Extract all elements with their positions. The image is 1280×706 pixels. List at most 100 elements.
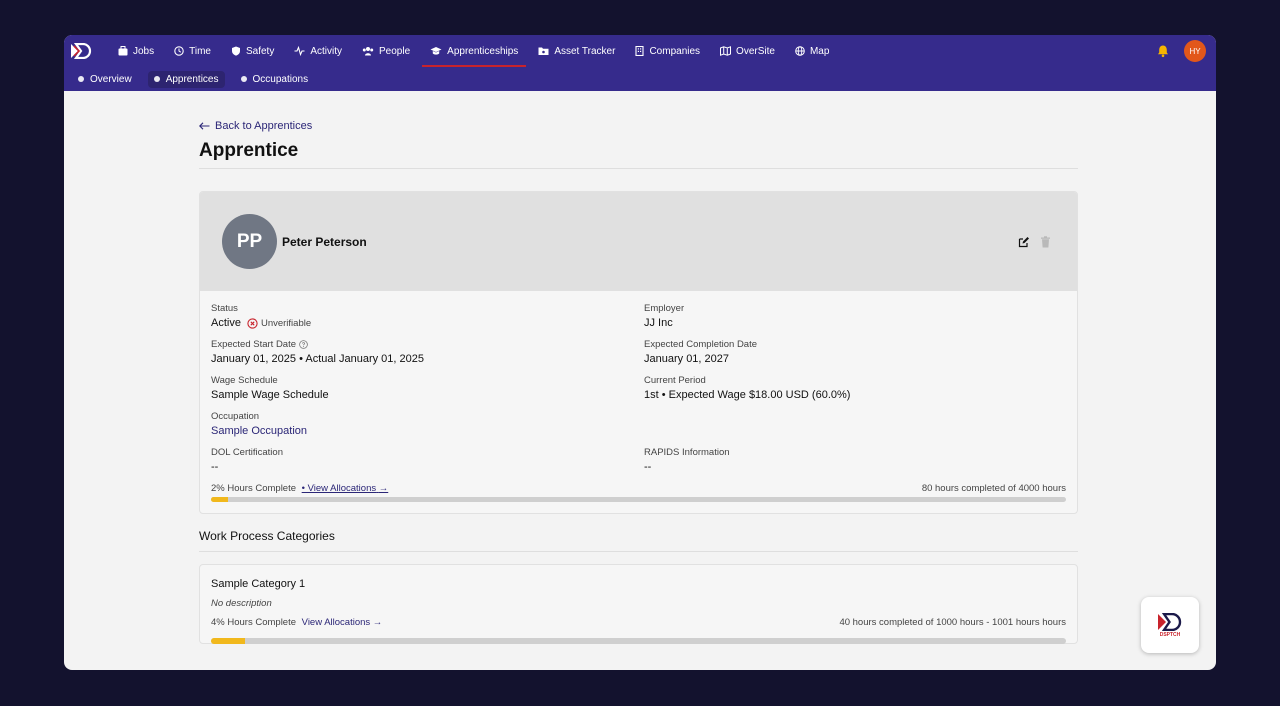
progress-fill [211,638,246,644]
view-allocations-link[interactable]: • View Allocations → [302,483,389,494]
app-logo[interactable] [70,41,94,61]
help-widget[interactable]: DSPTCH [1141,597,1199,653]
start-date-field: Expected Start Date January 01, 2025 • A… [211,339,644,365]
field-value: Sample Wage Schedule [211,389,329,401]
wage-schedule-field: Wage Schedule Sample Wage Schedule [211,375,644,401]
dol-field: DOL Certification -- [211,447,644,473]
nav-apprenticeships[interactable]: Apprenticeships [422,35,527,67]
occupation-link[interactable]: Sample Occupation [211,425,644,437]
current-period-field: Current Period 1st • Expected Wage $18.0… [644,375,1066,401]
apprentice-fields: Status Active Unverifiable Employer JJ I… [200,291,1077,473]
apprentice-header: PP Peter Peterson [200,192,1077,291]
nav-activity[interactable]: Activity [294,35,342,67]
nav-time[interactable]: Time [174,35,211,67]
nav-safety[interactable]: Safety [231,35,274,67]
main-content: Back to Apprentices Apprentice PP Peter … [199,120,1078,644]
field-label: Expected Start Date [211,339,297,350]
trash-icon[interactable] [1040,235,1051,253]
field-value: January 01, 2027 [644,353,730,365]
folder-icon [538,47,549,55]
field-label: Current Period [644,375,706,386]
category-progress-bar [211,638,1066,644]
arrow-right-icon: → [372,617,383,628]
shield-icon [231,46,240,56]
empty-cell [644,411,1066,437]
hours-progress-row: 2% Hours Complete • View Allocations → 8… [200,473,1077,494]
subnav-overview[interactable]: Overview [72,71,138,88]
apprentice-card: PP Peter Peterson Status Active Unverifi… [199,191,1078,514]
page-title: Apprentice [199,140,1078,169]
nav-label: Map [809,45,830,57]
app-window: Jobs Time Safety Activity People Apprent… [64,35,1216,670]
help-icon[interactable] [299,340,308,349]
nav-label: Jobs [133,45,155,57]
dsptch-logo-icon [1158,612,1182,631]
nav-oversite[interactable]: OverSite [720,35,775,67]
nav-label: People [379,45,411,57]
field-value: January 01, 2025 • Actual January 01, 20… [211,353,425,365]
arrow-right-icon: → [378,483,389,494]
briefcase-icon [118,46,128,56]
progress-fill [211,497,229,502]
bell-icon[interactable] [1156,44,1170,58]
category-description: No description [211,598,272,609]
activity-icon [294,46,305,56]
edit-icon[interactable] [1018,235,1030,253]
link-label: • View Allocations [301,483,377,494]
nav-map[interactable]: Map [795,35,829,67]
progress-text: 2% Hours Complete [211,483,297,494]
user-avatar[interactable]: HY [1184,40,1206,62]
main-nav: Jobs Time Safety Activity People Apprent… [64,35,1216,67]
employer-field: Employer JJ Inc [644,303,1066,329]
occupation-field: Occupation Sample Occupation [211,411,644,437]
field-label: Employer [644,303,685,314]
sub-nav: Overview Apprentices Occupations [64,67,1216,91]
subnav-label: Occupations [252,73,309,85]
x-circle-icon [247,317,258,329]
field-value: Active Unverifiable [211,317,644,329]
dot-icon [153,76,160,82]
field-value: -- [211,461,219,473]
field-label: Wage Schedule [211,375,278,386]
subnav-apprentices[interactable]: Apprentices [147,70,225,88]
category-summary: 40 hours completed of 1000 hours - 1001 … [839,617,1066,628]
field-label: RAPIDS Information [644,447,730,458]
field-value: JJ Inc [644,317,673,329]
nav-label: Activity [310,45,343,57]
rapids-field: RAPIDS Information -- [644,447,1066,473]
nav-companies[interactable]: Companies [635,35,700,67]
dot-icon [78,76,84,82]
progress-left: 2% Hours Complete • View Allocations → [211,483,388,494]
nav-label: Apprenticeships [447,45,519,57]
completion-date-field: Expected Completion Date January 01, 202… [644,339,1066,365]
status-badge-label: Unverifiable [260,317,312,329]
nav-label: Companies [649,45,701,57]
map-icon [720,46,732,56]
category-card: Sample Category 1 No description 4% Hour… [199,564,1078,644]
apprentice-name: Peter Peterson [282,234,367,249]
back-label: Back to Apprentices [215,120,313,132]
top-bar: Jobs Time Safety Activity People Apprent… [64,35,1216,91]
nav-jobs[interactable]: Jobs [118,35,154,67]
subnav-occupations[interactable]: Occupations [235,71,315,88]
nav-label: Safety [245,45,275,57]
graduation-cap-icon [430,47,442,55]
nav-people[interactable]: People [362,35,410,67]
nav-asset-tracker[interactable]: Asset Tracker [538,35,615,67]
back-link[interactable]: Back to Apprentices [199,120,1078,132]
clock-icon [174,46,184,56]
nav-label: Time [189,45,211,57]
link-label: View Allocations [301,617,371,628]
subnav-label: Apprentices [165,73,219,85]
subnav-label: Overview [90,73,132,85]
category-progress-row: 4% Hours Complete View Allocations → 40 … [211,617,1066,628]
progress-summary: 80 hours completed of 4000 hours [921,483,1066,494]
widget-label: DSPTCH [1159,631,1181,638]
arrow-left-icon [199,122,210,130]
category-view-allocations-link[interactable]: View Allocations → [302,617,383,628]
field-label: Expected Completion Date [644,339,758,350]
globe-icon [795,46,805,56]
status-badge: Unverifiable [247,318,311,329]
section-title: Work Process Categories [199,529,1078,552]
people-icon [362,47,374,56]
